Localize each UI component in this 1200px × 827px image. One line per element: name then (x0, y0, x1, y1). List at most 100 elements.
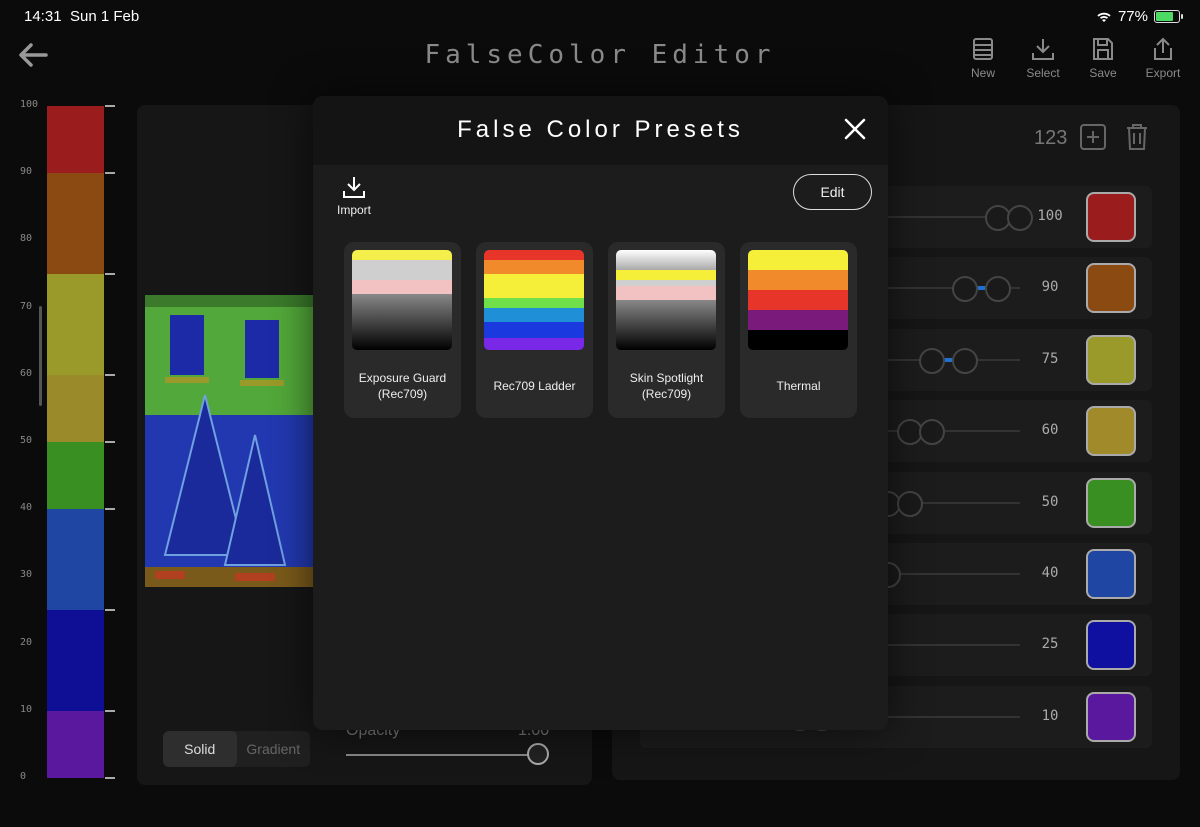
scale-tick (105, 508, 115, 511)
scale-tick (105, 172, 115, 175)
color-swatch[interactable] (1086, 691, 1136, 742)
color-swatch[interactable] (1086, 406, 1136, 457)
scale-label: 80 (20, 233, 33, 245)
download-icon (1032, 39, 1054, 60)
presets-modal: False Color Presets Import Edit Exposure… (313, 96, 888, 730)
stop-value: 25 (1041, 636, 1059, 653)
scale-band (47, 106, 104, 174)
range-slider-thumb[interactable] (985, 276, 1011, 303)
scale-label: 70 (20, 300, 33, 312)
stop-value: 10 (1041, 707, 1059, 724)
import-label: Import (336, 203, 371, 217)
mode-gradient-option[interactable]: Gradient (237, 731, 311, 767)
select-button[interactable]: Select (1024, 36, 1062, 80)
export-icon (1154, 37, 1172, 60)
scale-tick (105, 373, 115, 376)
preset-card[interactable]: Exposure Guard (Rec709) (344, 242, 461, 418)
status-date: Sun 1 Feb (70, 8, 140, 25)
list-icon (973, 38, 993, 60)
preset-name: Rec709 Ladder (493, 379, 576, 393)
wifi-icon (1097, 12, 1111, 22)
stop-value: 50 (1041, 493, 1059, 510)
scale-band (47, 442, 104, 510)
import-button[interactable]: Import (333, 174, 375, 217)
toolbar: New Select Save Export (964, 36, 1182, 80)
modal-header: False Color Presets (313, 96, 888, 165)
scale-label: 50 (20, 435, 33, 446)
range-slider-thumb[interactable] (897, 490, 923, 517)
scale-band (47, 173, 104, 274)
preset-name: Exposure Guard (Rec709) (358, 371, 447, 401)
scale-tick (105, 273, 115, 275)
status-right: 77% (1096, 8, 1183, 25)
preset-thumbnail (748, 250, 848, 350)
scale-label: 20 (20, 636, 33, 648)
scale-band (47, 274, 104, 375)
stop-value: 75 (1041, 350, 1059, 367)
preset-thumbnail (484, 250, 584, 350)
preset-name: Thermal (776, 379, 821, 393)
stop-value: 90 (1041, 279, 1059, 296)
opacity-slider-track[interactable] (346, 754, 536, 756)
opacity-slider-thumb[interactable] (527, 743, 549, 765)
export-label: Export (1145, 66, 1181, 80)
mode-solid-option[interactable]: Solid (163, 731, 237, 767)
stop-value: 100 (1037, 208, 1063, 224)
scale-drag-handle[interactable] (39, 306, 42, 406)
new-label: New (970, 66, 995, 80)
range-slider-thumb[interactable] (919, 347, 945, 374)
scale-label: 0 (20, 771, 27, 782)
save-icon (1093, 38, 1113, 60)
stop-value: 60 (1041, 422, 1059, 439)
scale-label: 40 (20, 502, 33, 514)
preset-card[interactable]: Thermal (740, 242, 857, 418)
preset-thumbnail (616, 250, 716, 350)
scale-tick (105, 105, 115, 107)
export-button[interactable]: Export (1144, 36, 1182, 80)
close-icon[interactable] (842, 116, 868, 142)
scale-label: 10 (20, 703, 33, 715)
range-slider-thumb[interactable] (952, 347, 978, 374)
edit-button[interactable]: Edit (793, 174, 872, 210)
false-color-preview-image (145, 295, 313, 587)
scale-label: 30 (20, 569, 33, 581)
stop-count: 123 (1034, 127, 1068, 149)
color-swatch[interactable] (1086, 263, 1136, 314)
preview-art (145, 295, 313, 587)
color-swatch[interactable] (1086, 334, 1136, 385)
status-time: 14:31 (24, 8, 62, 25)
scale-label: 90 (20, 166, 33, 178)
scale-tick (105, 441, 115, 443)
scale-tick (105, 609, 115, 611)
fill-mode-segmented-control: Solid Gradient (163, 731, 310, 767)
scale-band (47, 374, 104, 442)
scale-tick (105, 709, 115, 712)
save-button[interactable]: Save (1084, 36, 1122, 80)
range-slider-thumb[interactable] (952, 276, 978, 303)
color-swatch[interactable] (1086, 620, 1136, 671)
scale-tick (105, 777, 115, 779)
preset-card[interactable]: Rec709 Ladder (476, 242, 593, 418)
color-swatch[interactable] (1086, 549, 1136, 599)
scale-band (47, 509, 104, 610)
range-slider-thumb[interactable] (919, 419, 945, 446)
add-stop-button[interactable] (1080, 124, 1106, 150)
scale-label: 60 (20, 367, 33, 379)
scale-band (47, 610, 104, 711)
battery-icon (1154, 10, 1183, 23)
preset-thumbnail (352, 250, 452, 350)
color-swatch[interactable] (1086, 477, 1136, 528)
preset-card[interactable]: Skin Spotlight (Rec709) (608, 242, 725, 418)
modal-title: False Color Presets (457, 116, 744, 143)
preset-name: Skin Spotlight (Rec709) (629, 371, 704, 401)
trash-icon[interactable] (1124, 122, 1150, 152)
battery-percent: 77% (1117, 8, 1148, 25)
save-label: Save (1089, 66, 1117, 80)
ire-scale: 100 90 80 70 60 50 40 30 20 10 0 (0, 96, 125, 786)
status-bar: 14:31 Sun 1 Feb 77% (0, 0, 1200, 32)
new-button[interactable]: New (964, 36, 1002, 80)
scale-band (47, 710, 104, 778)
color-swatch[interactable] (1086, 192, 1136, 242)
select-label: Select (1026, 66, 1060, 80)
import-icon (343, 177, 365, 198)
